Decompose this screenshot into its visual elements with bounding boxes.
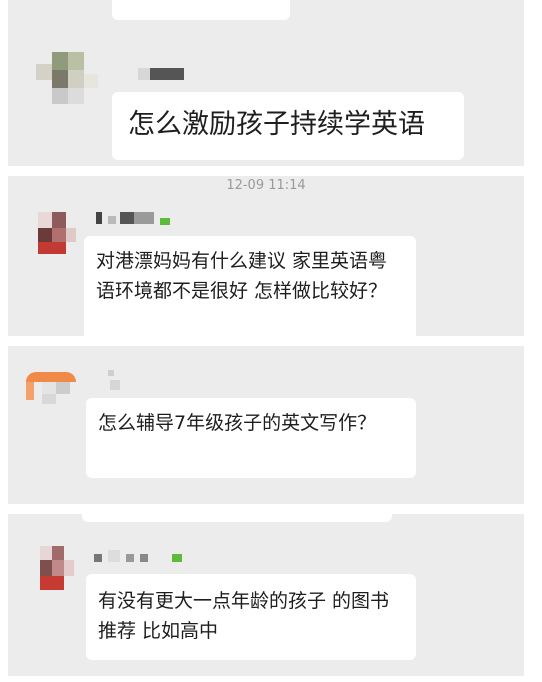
message-bubble[interactable]: 有没有更大一点年龄的孩子 的图书推荐 比如高中 — [86, 574, 416, 660]
avatar[interactable] — [40, 546, 76, 594]
level-badge — [160, 218, 170, 225]
chat-panel-2: 12-09 11:14 对港漂妈妈有什么建议 家里英语粤语环境都不是很好 怎样做… — [8, 176, 524, 336]
avatar[interactable] — [38, 212, 78, 256]
chat-panel-3: 怎么辅导7年级孩子的英文写作？ — [8, 346, 524, 504]
previous-message-bubble[interactable] — [82, 514, 392, 522]
message-bubble[interactable]: 怎么辅导7年级孩子的英文写作？ — [86, 398, 416, 478]
avatar[interactable] — [26, 366, 76, 412]
message-text: 怎么激励孩子持续学英语 — [128, 109, 425, 140]
message-text: 怎么辅导7年级孩子的英文写作？ — [98, 412, 377, 434]
message-text: 有没有更大一点年龄的孩子 的图书推荐 比如高中 — [98, 590, 390, 642]
timestamp: 12-09 11:14 — [226, 178, 306, 193]
previous-message-bubble[interactable] — [112, 0, 290, 20]
message-bubble[interactable]: 对港漂妈妈有什么建议 家里英语粤语环境都不是很好 怎样做比较好？ — [84, 236, 416, 336]
message-text: 对港漂妈妈有什么建议 家里英语粤语环境都不是很好 怎样做比较好？ — [96, 250, 388, 302]
avatar[interactable] — [36, 52, 100, 108]
level-badge — [172, 554, 182, 562]
message-bubble[interactable]: 怎么激励孩子持续学英语 — [112, 92, 464, 160]
chat-panel-4: 有没有更大一点年龄的孩子 的图书推荐 比如高中 — [8, 514, 524, 676]
chat-panel-1: 怎么激励孩子持续学英语 — [8, 0, 524, 166]
